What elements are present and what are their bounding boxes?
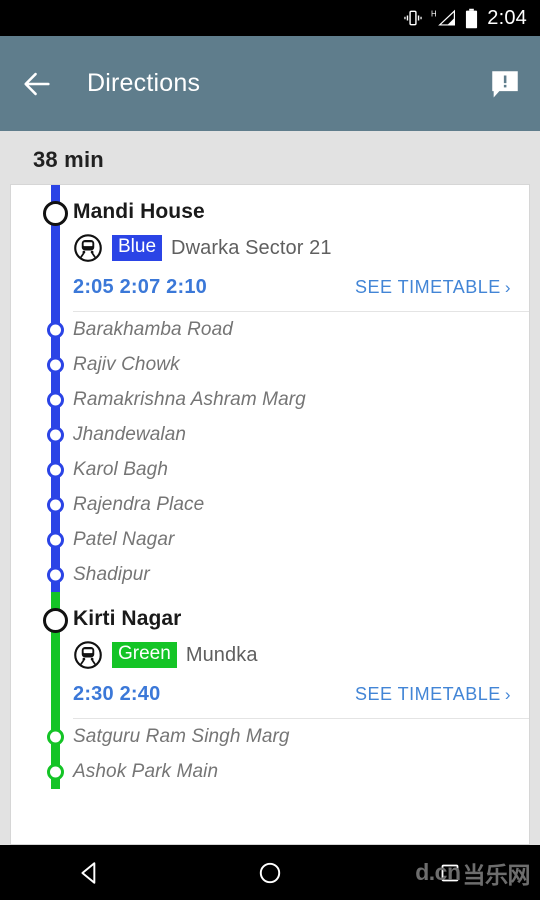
intermediate-stop-row[interactable]: Shadipur [11,557,529,592]
intermediate-stop-row[interactable]: Ramakrishna Ashram Marg [11,382,529,417]
line-row: Blue Dwarka Sector 21 [73,233,529,263]
departure-times: 2:05 2:07 2:10 [73,276,208,298]
stop-name: Jhandewalan [73,423,187,445]
trip-duration-strip: 38 min [0,131,540,187]
watermark-text-cn: 当乐网 [462,861,531,888]
see-timetable-link[interactable]: SEE TIMETABLE › [355,277,511,298]
line-row: Green Mundka [73,640,529,670]
transit-steps-list: Mandi House Blue Dwarka Sector 21 2:05 2:07… [11,185,529,789]
line-headsign: Mundka [185,643,258,666]
stop-marker-icon [47,461,64,478]
back-arrow-icon[interactable] [20,67,54,101]
nav-recents-icon [441,864,459,881]
see-timetable-link[interactable]: SEE TIMETABLE › [355,684,511,705]
intermediate-stop-row[interactable]: Rajendra Place [11,487,529,522]
status-clock: 2:04 [487,7,527,29]
stop-marker-icon [47,426,64,443]
station-name: Kirti Nagar [73,607,182,630]
intermediate-stop-row[interactable]: Ashok Park Main [11,754,529,789]
departures-row: 2:30 2:40 SEE TIMETABLE › [73,683,529,718]
nav-recents-button[interactable] [428,851,472,895]
stop-name: Rajendra Place [73,493,205,515]
nav-home-button[interactable] [248,851,292,895]
stop-name: Patel Nagar [73,528,175,550]
network-h-icon: H [431,9,456,26]
transit-leg: Mandi House Blue Dwarka Sector 21 2:05 2:07… [11,185,529,592]
line-badge: Green [112,642,177,668]
directions-card: Mandi House Blue Dwarka Sector 21 2:05 2:07… [10,184,530,845]
intermediate-stop-row[interactable]: Karol Bagh [11,452,529,487]
status-bar: H 2:04 [0,0,540,36]
stop-marker-icon [47,531,64,548]
intermediate-stop-row[interactable]: Jhandewalan [11,417,529,452]
transit-leg: Kirti Nagar Green Mundka 2:30 2:40 SEE TIMET… [11,592,529,789]
stop-marker-icon [47,763,64,780]
page-title: Directions [87,69,201,97]
station-header[interactable]: Kirti Nagar Green Mundka 2:30 2:40 SEE TIMET… [11,592,529,718]
station-name: Mandi House [73,200,205,223]
status-icons: H [403,8,478,29]
intermediate-stop-row[interactable]: Satguru Ram Singh Marg [11,719,529,754]
stop-name: Barakhamba Road [73,318,233,340]
stop-name: Ramakrishna Ashram Marg [73,388,306,410]
trip-duration: 38 min [33,147,104,172]
see-timetable-label: SEE TIMETABLE [354,684,501,704]
nav-home-icon [259,862,281,883]
nav-back-icon [81,861,96,884]
svg-text:H: H [431,9,437,18]
app-toolbar: Directions [0,36,540,131]
android-navigation-bar: d.cn 当乐网 [0,845,540,900]
stop-marker-icon [47,321,64,338]
subway-icon [74,641,102,669]
stop-name: Karol Bagh [73,458,169,480]
phone-screen: H 2:04 Directions 38 min Mandi House Blu… [0,0,540,900]
stop-name: Satguru Ram Singh Marg [73,725,290,747]
nav-back-button[interactable] [68,851,112,895]
see-timetable-label: SEE TIMETABLE [354,277,501,297]
intermediate-stop-row[interactable]: Barakhamba Road [11,312,529,347]
stop-marker-icon [47,566,64,583]
intermediate-stop-row[interactable]: Patel Nagar [11,522,529,557]
line-badge: Blue [112,235,163,261]
departure-times: 2:30 2:40 [73,683,161,705]
battery-icon [466,8,478,28]
station-marker-icon [43,608,68,633]
chevron-right-icon: › [504,278,511,297]
stop-marker-icon [47,496,64,513]
stop-marker-icon [47,356,64,373]
subway-icon [74,234,102,262]
departures-row: 2:05 2:07 2:10 SEE TIMETABLE › [73,276,529,311]
stop-marker-icon [47,391,64,408]
intermediate-stop-row[interactable]: Rajiv Chowk [11,347,529,382]
stop-name: Rajiv Chowk [73,353,180,375]
stop-marker-icon [47,728,64,745]
vibrate-icon [404,10,422,26]
line-headsign: Dwarka Sector 21 [171,236,332,259]
stop-name: Ashok Park Main [73,760,219,782]
report-problem-icon[interactable] [488,67,522,101]
chevron-right-icon: › [504,685,511,704]
station-header[interactable]: Mandi House Blue Dwarka Sector 21 2:05 2:07… [11,185,529,311]
stop-name: Shadipur [73,563,150,585]
station-marker-icon [43,201,68,226]
